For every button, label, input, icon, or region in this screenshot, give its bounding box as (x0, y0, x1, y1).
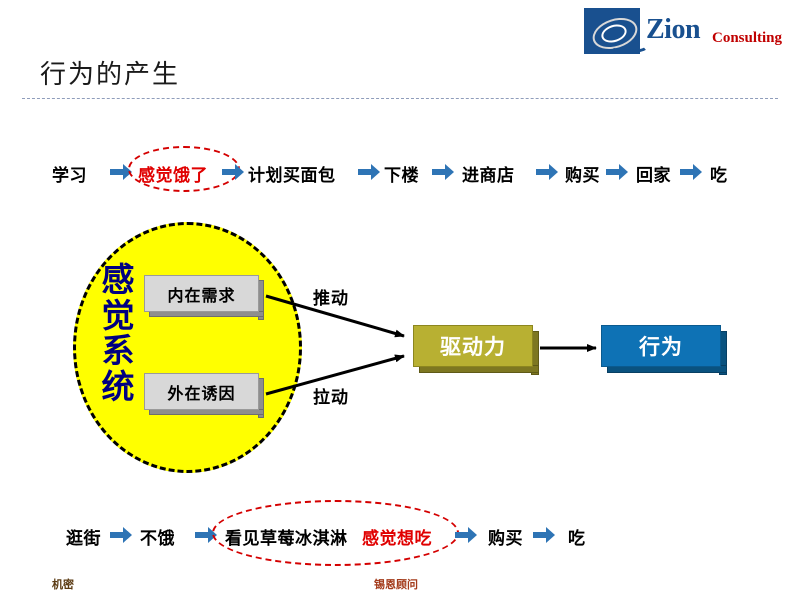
inner-need-label: 内在需求 (144, 275, 259, 312)
behavior-label: 行为 (601, 325, 721, 367)
bottom-flow-item-4: 购买 (488, 529, 523, 548)
top-flow-item-5: 购买 (565, 166, 600, 185)
inner-need-box: 内在需求 (144, 275, 264, 320)
top-flow-item-2: 计划买面包 (248, 166, 336, 185)
drive-label: 驱动力 (413, 325, 533, 367)
bottom-flow-item-1: 不饿 (140, 529, 175, 548)
outer-incentive-label: 外在诱因 (144, 373, 259, 410)
arrow-right-icon (680, 164, 702, 180)
logo-wordmark: Zion (646, 14, 701, 45)
bottom-flow-item-0: 逛街 (66, 529, 101, 548)
arrow-right-icon (533, 527, 555, 543)
slide: Zion Consulting 行为的产生 学习 感觉饿了 计划买面包 下楼 进… (0, 0, 800, 600)
footer-left: 机密 (52, 579, 74, 591)
logo-subtitle: Consulting (712, 30, 783, 46)
arrow-right-icon (606, 164, 628, 180)
push-label: 推动 (313, 289, 349, 308)
arrow-right-icon (110, 527, 132, 543)
behavior-box: 行为 (601, 325, 729, 375)
arrow-right-icon (432, 164, 454, 180)
arrow-right-icon (358, 164, 380, 180)
top-flow-item-6: 回家 (636, 166, 671, 185)
footer-center: 锡恩顾问 (374, 579, 418, 591)
bottom-flow-item-5: 吃 (568, 529, 586, 548)
title-divider (22, 98, 778, 99)
sensory-system-label: 感觉系统 (101, 261, 135, 405)
top-flow-item-0: 学习 (52, 166, 87, 185)
pull-label: 拉动 (313, 388, 349, 407)
arrow-right-icon (455, 527, 477, 543)
arrow-right-icon (536, 164, 558, 180)
top-flow-item-3: 下楼 (384, 166, 419, 185)
logo: Zion Consulting (584, 8, 788, 55)
page-title: 行为的产生 (40, 59, 181, 89)
bottom-flow-highlight-ellipse (212, 500, 459, 566)
top-flow-item-4: 进商店 (462, 166, 515, 185)
outer-incentive-box: 外在诱因 (144, 373, 264, 418)
top-flow-item-7: 吃 (710, 166, 728, 185)
drive-box: 驱动力 (413, 325, 541, 375)
arrow-right-icon (222, 164, 244, 180)
